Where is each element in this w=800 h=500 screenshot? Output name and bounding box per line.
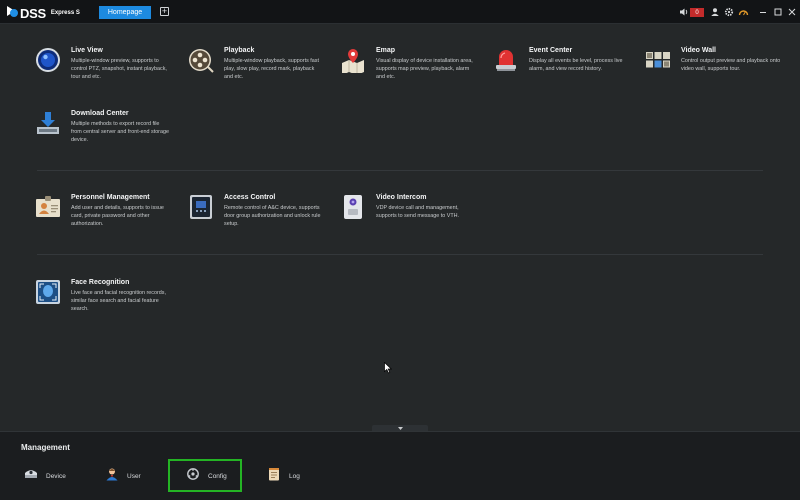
top-bar: DSS Express S Homepage + 0 — [0, 0, 800, 24]
module-video-wall[interactable]: Video Wall Control output preview and pl… — [645, 47, 795, 92]
module-access-control[interactable]: Access Control Remote control of A&C dev… — [188, 194, 338, 239]
module-title: Live View — [71, 47, 103, 54]
module-live-view[interactable]: Live View Multiple-window preview, suppo… — [35, 47, 185, 92]
app-logo: DSS Express S — [7, 4, 80, 21]
module-description: Remote control of A&C device, supports d… — [224, 205, 321, 227]
mouse-cursor-icon — [384, 361, 393, 379]
event-center-icon — [493, 47, 519, 73]
tab-homepage[interactable]: Homepage — [99, 6, 151, 19]
module-description: Control output preview and playback onto… — [681, 58, 781, 72]
module-title: Event Center — [529, 47, 573, 54]
emap-icon — [340, 47, 366, 75]
module-description: Add user and details, supports to issue … — [71, 205, 164, 227]
account-icon[interactable] — [709, 6, 721, 18]
module-title: Emap — [376, 47, 396, 54]
management-item-label: Log — [289, 472, 300, 480]
management-item-label: User — [127, 472, 141, 480]
management-item-log[interactable]: Log — [267, 466, 300, 486]
maximize-icon[interactable] — [772, 6, 784, 18]
module-face-recognition[interactable]: Face Recognition Live face and facial re… — [35, 279, 185, 324]
settings-gear-icon[interactable] — [723, 6, 735, 18]
personnel-icon — [35, 194, 61, 220]
live-view-icon — [35, 47, 61, 73]
logo-mark-icon — [7, 4, 19, 18]
performance-gauge-icon[interactable] — [737, 6, 749, 18]
module-title: Video Wall — [681, 47, 717, 54]
module-title: Playback — [224, 47, 255, 54]
user-icon — [105, 467, 119, 486]
download-center-icon — [35, 110, 61, 136]
module-download-center[interactable]: Download Center Multiple methods to expo… — [35, 110, 185, 155]
log-icon — [267, 467, 281, 486]
module-title: Download Center — [71, 110, 129, 117]
config-highlight-box — [168, 459, 242, 492]
face-recognition-icon — [35, 279, 61, 305]
module-description: Display all events be level, process liv… — [529, 58, 623, 72]
module-title: Access Control — [224, 194, 276, 201]
module-description: Multiple-window playback, supports fast … — [224, 58, 319, 80]
module-description: VDP device call and management, supports… — [376, 205, 459, 219]
module-emap[interactable]: Emap Visual display of device installati… — [340, 47, 490, 92]
module-personnel-management[interactable]: Personnel Management Add user and detail… — [35, 194, 185, 239]
module-description: Multiple-window preview, supports to con… — [71, 58, 167, 80]
volume-icon[interactable] — [678, 6, 690, 18]
module-title: Personnel Management — [71, 194, 150, 201]
management-item-user[interactable]: User — [105, 466, 141, 486]
module-title: Face Recognition — [71, 279, 130, 286]
access-control-icon — [188, 194, 214, 220]
module-title: Video Intercom — [376, 194, 427, 201]
module-video-intercom[interactable]: Video Intercom VDP device call and manag… — [340, 194, 490, 239]
chevron-down-icon — [397, 426, 403, 430]
module-playback[interactable]: Playback Multiple-window playback, suppo… — [188, 47, 338, 92]
video-intercom-icon — [340, 194, 366, 220]
module-description: Live face and facial recognition records… — [71, 290, 166, 312]
module-description: Multiple methods to export record file f… — [71, 121, 169, 143]
logo-text: DSS — [20, 6, 46, 21]
add-tab-button[interactable]: + — [160, 7, 169, 16]
management-item-device[interactable]: Device — [24, 466, 66, 486]
video-wall-icon — [645, 47, 671, 73]
section-divider — [37, 254, 763, 255]
playback-icon — [188, 47, 214, 73]
module-event-center[interactable]: Event Center Display all events be level… — [493, 47, 643, 92]
logo-subtitle: Express S — [50, 10, 80, 16]
close-icon[interactable] — [786, 6, 798, 18]
section-divider — [37, 170, 763, 171]
management-item-label: Device — [46, 472, 66, 480]
alarm-count-badge[interactable]: 0 — [690, 8, 704, 17]
module-description: Visual display of device installation ar… — [376, 58, 473, 80]
device-icon — [24, 467, 38, 486]
management-title: Management — [21, 443, 70, 452]
minimize-icon[interactable] — [757, 6, 769, 18]
